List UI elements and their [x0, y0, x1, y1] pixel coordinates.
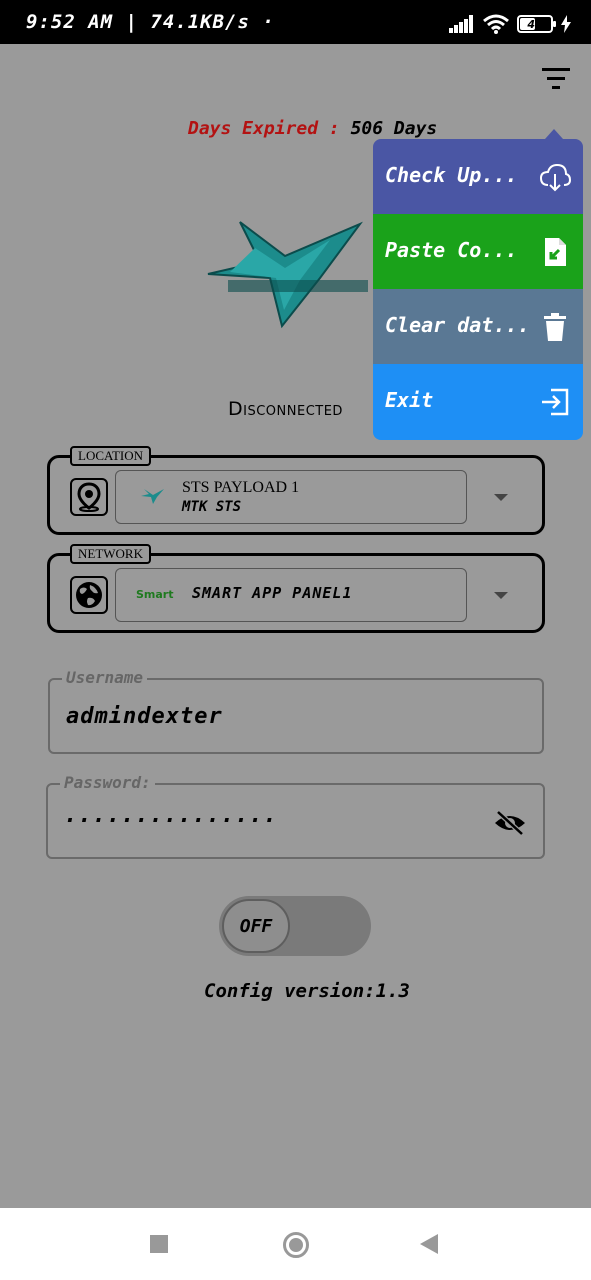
status-icons: 46 — [449, 14, 571, 34]
menu-item-label: Check Up... — [385, 163, 518, 187]
navigation-bar — [0, 1208, 591, 1280]
home-icon[interactable] — [283, 1232, 309, 1258]
connection-status: Disconnected — [228, 398, 343, 420]
days-expired: Days Expired : 506 Days — [188, 118, 437, 139]
battery-icon: 46 — [517, 15, 556, 33]
status-bar: 9:52 AM | 74.1KB/s · 46 — [0, 0, 591, 44]
app-logo — [207, 221, 368, 329]
network-legend: NETWORK — [70, 544, 151, 564]
username-label: Username — [62, 668, 148, 687]
filter-menu-icon[interactable] — [540, 66, 572, 92]
location-subtitle: MTK STS — [182, 499, 242, 515]
menu-item-check-update[interactable]: Check Up... — [373, 139, 583, 215]
location-pin-icon — [70, 478, 108, 516]
menu-item-paste-config[interactable]: Paste Co... — [373, 214, 583, 290]
menu-item-label: Paste Co... — [385, 238, 518, 262]
smart-brand-logo: Smart — [136, 588, 174, 601]
menu-item-exit[interactable]: Exit — [373, 364, 583, 440]
mtk-logo-icon — [141, 489, 164, 504]
password-label: Password: — [60, 773, 155, 792]
location-group: LOCATION STS PAYLOAD 1 MTK STS — [47, 446, 545, 535]
trash-icon — [544, 313, 566, 341]
recents-icon[interactable] — [150, 1235, 168, 1253]
file-import-icon — [545, 238, 566, 266]
network-group: NETWORK Smart SMART APP PANEL1 — [47, 544, 545, 633]
location-select[interactable]: STS PAYLOAD 1 MTK STS — [115, 470, 467, 524]
config-version: Config version:1.3 — [204, 980, 410, 1002]
toggle-knob[interactable]: OFF — [222, 899, 290, 953]
visibility-off-icon[interactable] — [493, 809, 527, 837]
menu-item-clear-data[interactable]: Clear dat... — [373, 289, 583, 365]
password-field[interactable]: Password: ............... — [46, 773, 545, 859]
network-dropdown-icon[interactable] — [494, 592, 508, 599]
username-field[interactable]: Username admindexter — [48, 668, 544, 754]
username-value[interactable]: admindexter — [66, 704, 223, 729]
network-name: SMART APP PANEL1 — [192, 584, 353, 602]
signal-icon — [449, 15, 473, 33]
days-expired-label: Days Expired : — [188, 118, 340, 139]
overflow-menu: Check Up... Paste Co... Clear dat... Exi… — [373, 129, 583, 440]
battery-level: 46 — [527, 17, 543, 31]
status-time: 9:52 AM | 74.1KB/s · — [26, 11, 275, 33]
location-dropdown-icon[interactable] — [494, 494, 508, 501]
menu-item-label: Exit — [385, 388, 434, 412]
location-title: STS PAYLOAD 1 — [182, 479, 300, 496]
vpn-toggle[interactable]: OFF — [219, 896, 371, 956]
network-select[interactable]: Smart SMART APP PANEL1 — [115, 568, 467, 622]
menu-item-label: Clear dat... — [385, 313, 530, 337]
wifi-icon — [483, 14, 509, 34]
exit-icon — [542, 388, 569, 416]
cloud-download-icon — [539, 163, 571, 192]
globe-icon — [70, 576, 108, 614]
charging-icon — [561, 15, 571, 33]
back-icon[interactable] — [420, 1234, 438, 1254]
password-value[interactable]: ............... — [64, 803, 278, 828]
location-legend: LOCATION — [70, 446, 151, 466]
days-expired-value: 506 Days — [350, 118, 438, 139]
